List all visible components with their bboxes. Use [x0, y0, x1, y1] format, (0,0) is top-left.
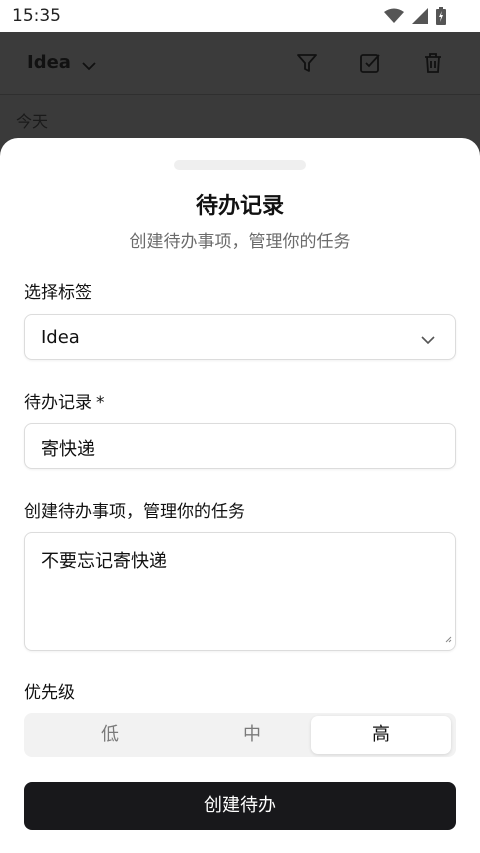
- priority-segmented-control: 低 中 高: [24, 713, 456, 757]
- priority-option-high[interactable]: 高: [311, 716, 451, 754]
- status-bar: 15:35: [0, 0, 480, 32]
- tag-select-label: 选择标签: [24, 283, 92, 303]
- battery-icon: [436, 7, 446, 29]
- list-section-header: 今天: [16, 112, 49, 131]
- status-time: 15:35: [12, 6, 61, 26]
- priority-option-medium[interactable]: 中: [182, 716, 322, 754]
- todo-input[interactable]: 寄快递: [24, 423, 456, 469]
- tag-select-value: Idea: [41, 327, 80, 348]
- chevron-down-icon: [421, 330, 435, 349]
- cellular-signal-icon: [412, 8, 428, 28]
- description-label: 创建待办事项，管理你的任务: [24, 502, 245, 522]
- filter-icon[interactable]: [296, 52, 318, 78]
- create-todo-button[interactable]: 创建待办: [24, 782, 456, 830]
- sheet-subtitle: 创建待办事项，管理你的任务: [129, 232, 351, 252]
- tag-select[interactable]: Idea: [24, 314, 456, 360]
- description-textarea[interactable]: 不要忘记寄快递: [24, 532, 456, 651]
- tag-filter-title[interactable]: Idea: [27, 52, 71, 73]
- app-bar: Idea: [0, 32, 480, 95]
- priority-label: 优先级: [24, 683, 75, 703]
- chevron-down-icon[interactable]: [82, 56, 96, 75]
- create-todo-sheet: 待办记录 创建待办事项，管理你的任务 选择标签 Idea 待办记录 * 寄快递 创…: [0, 138, 480, 853]
- priority-option-low[interactable]: 低: [40, 716, 180, 754]
- app-bar-actions: [296, 52, 444, 78]
- wifi-icon: [384, 8, 404, 28]
- status-icons: [384, 7, 446, 29]
- todo-input-label: 待办记录 *: [24, 388, 105, 413]
- todo-input-label-text: 待办记录: [24, 393, 92, 413]
- sheet-title: 待办记录: [195, 194, 284, 219]
- description-value: 不要忘记寄快递: [41, 551, 167, 572]
- required-mark: *: [96, 393, 105, 413]
- todo-input-value: 寄快递: [41, 439, 95, 460]
- checkbox-icon[interactable]: [359, 52, 381, 78]
- sheet-drag-handle[interactable]: [174, 160, 306, 170]
- trash-icon[interactable]: [422, 52, 444, 78]
- resize-grip-icon[interactable]: [444, 628, 452, 647]
